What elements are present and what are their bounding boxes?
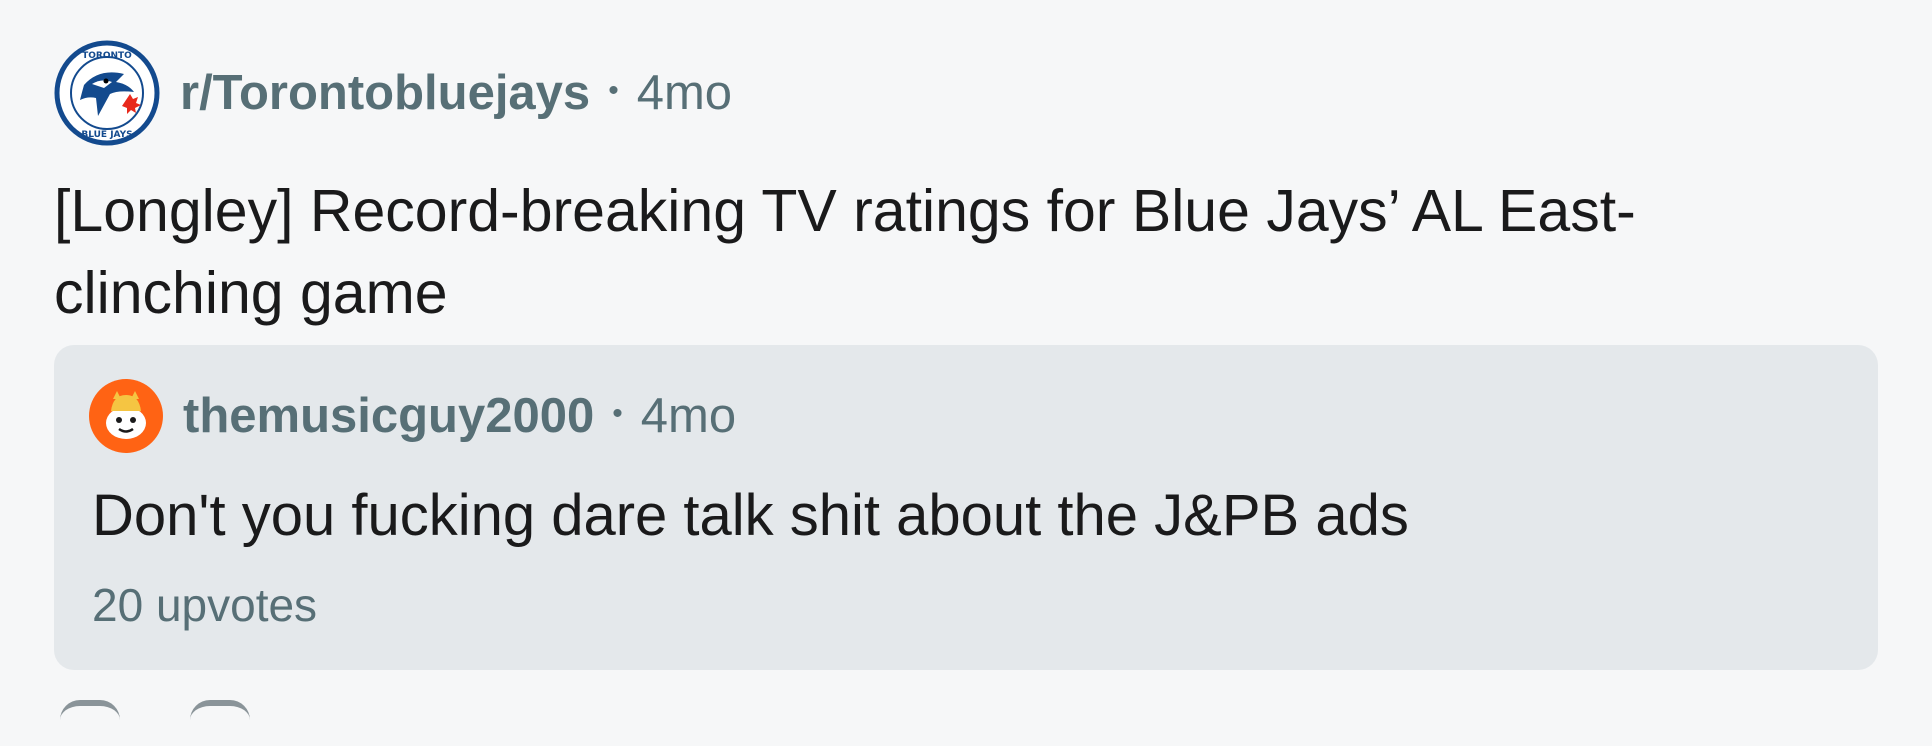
comment-card[interactable]: themusicguy2000 • 4mo Don't you fucking … [54, 345, 1878, 670]
comment-header: themusicguy2000 • 4mo [89, 378, 736, 454]
upvote-count: 20 upvotes [92, 579, 318, 631]
post-age: 4mo [636, 66, 733, 120]
blue-jays-logo-icon[interactable]: TORONTO BLUE JAYS [54, 40, 160, 146]
cut-off-icon [60, 700, 120, 746]
post-title[interactable]: [Longley] Record-breaking TV ratings for… [54, 170, 1814, 334]
svg-text:BLUE JAYS: BLUE JAYS [81, 130, 132, 140]
subreddit-name[interactable]: r/Torontobluejays [180, 65, 590, 121]
meta-separator: • [612, 397, 623, 430]
cut-off-icon [190, 700, 250, 746]
snoo-avatar-icon[interactable] [89, 379, 163, 453]
comment-age: 4mo [640, 389, 737, 443]
post[interactable]: TORONTO BLUE JAYS r/Torontobluejays • 4m… [54, 38, 1880, 334]
post-header: TORONTO BLUE JAYS r/Torontobluejays • 4m… [54, 38, 1880, 148]
svg-text:TORONTO: TORONTO [82, 51, 132, 61]
comment-username[interactable]: themusicguy2000 [183, 388, 594, 444]
comment-body: Don't you fucking dare talk shit about t… [92, 483, 1409, 548]
cut-off-action-row [60, 700, 250, 746]
meta-separator: • [608, 74, 619, 107]
